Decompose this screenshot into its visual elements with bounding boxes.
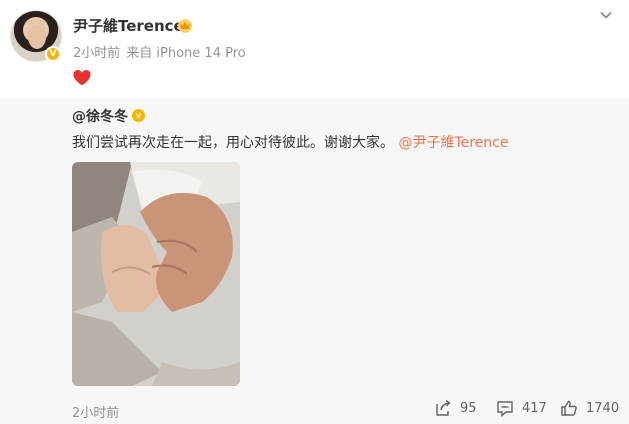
post-time[interactable]: 2小时前	[73, 46, 120, 61]
original-username[interactable]: @徐冬冬	[72, 106, 128, 126]
post-photo[interactable]	[72, 162, 240, 386]
post-source: 来自 iPhone 14 Pro	[126, 46, 246, 61]
mention-link[interactable]: @尹子維Terence	[398, 135, 508, 151]
post-meta: 2小时前 来自 iPhone 14 Pro	[73, 42, 246, 61]
original-text-body: 我们尝试再次走在一起，用心对待彼此。谢谢大家。	[72, 135, 394, 151]
comment-icon	[497, 401, 513, 417]
share-button[interactable]: 95	[434, 398, 477, 418]
photo-holding-hands-image	[72, 162, 240, 386]
verified-icon: V	[45, 46, 61, 62]
comment-count: 417	[522, 400, 547, 416]
share-icon	[436, 399, 451, 416]
chevron-down-icon[interactable]	[599, 8, 613, 22]
username[interactable]: 尹子維Terence	[73, 15, 184, 36]
member-crown-icon[interactable]	[176, 16, 194, 34]
repost-card[interactable]: @徐冬冬 v 我们尝试再次走在一起，用心对待彼此。谢谢大家。 @尹子維Teren…	[0, 98, 629, 424]
heart-icon	[73, 70, 91, 86]
share-count: 95	[460, 400, 477, 416]
like-count: 1740	[586, 400, 620, 416]
avatar-face	[28, 25, 46, 49]
repost-time[interactable]: 2小时前	[72, 402, 119, 421]
thumbs-up-icon	[561, 400, 577, 416]
like-button[interactable]: 1740	[560, 398, 619, 418]
verified-icon: v	[132, 109, 145, 122]
weibo-post: V 尹子維Terence 2小时前 来自 iPhone 14 Pro @徐冬冬 v…	[0, 0, 629, 424]
original-post-text: 我们尝试再次走在一起，用心对待彼此。谢谢大家。 @尹子維Terence	[72, 132, 508, 152]
comment-button[interactable]: 417	[496, 398, 547, 418]
